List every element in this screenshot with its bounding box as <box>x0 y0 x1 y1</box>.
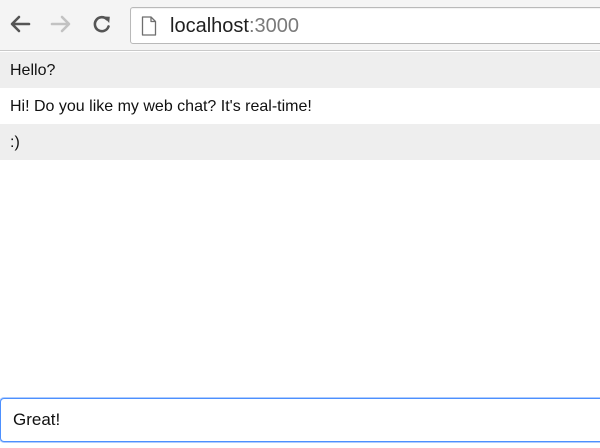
reload-icon <box>93 15 110 33</box>
url-text: localhost:3000 <box>170 15 299 37</box>
forward-button[interactable] <box>47 10 75 38</box>
reload-button[interactable] <box>88 10 116 38</box>
page-icon <box>141 16 157 36</box>
address-bar[interactable]: localhost:3000 <box>130 7 600 44</box>
back-arrow-icon <box>10 15 31 33</box>
url-host: localhost <box>170 15 249 37</box>
url-port: :3000 <box>248 15 299 37</box>
forward-arrow-icon <box>50 15 71 33</box>
browser-toolbar: localhost:3000 <box>0 0 600 51</box>
message-item: :) <box>0 124 600 160</box>
message-list: Hello? Hi! Do you like my web chat? It's… <box>0 52 600 160</box>
back-button[interactable] <box>6 10 34 38</box>
message-item: Hi! Do you like my web chat? It's real-t… <box>0 88 600 124</box>
message-composer <box>0 398 600 442</box>
message-input[interactable] <box>0 398 600 442</box>
message-item: Hello? <box>0 52 600 88</box>
